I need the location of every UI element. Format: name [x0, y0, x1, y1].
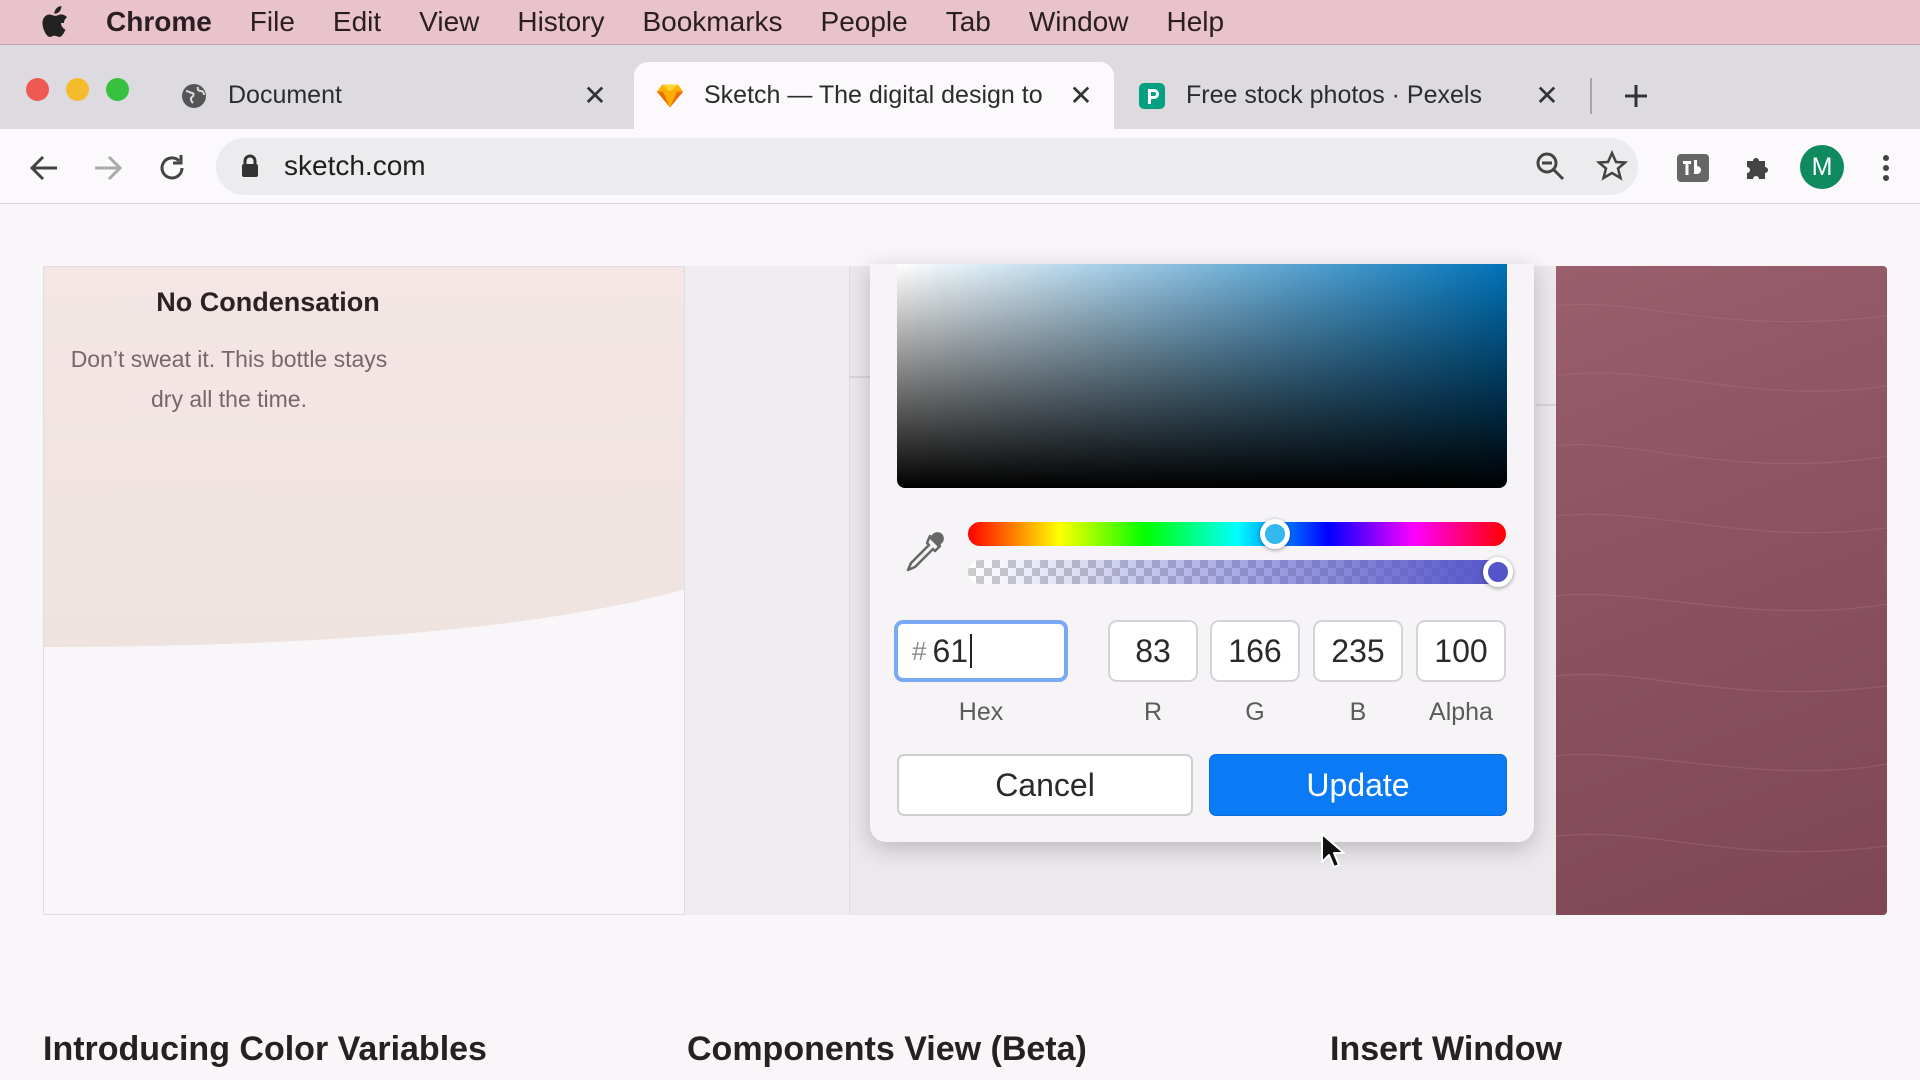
menu-chrome[interactable]: Chrome — [106, 6, 212, 38]
hue-slider-thumb[interactable] — [1259, 519, 1290, 549]
url-text[interactable]: sketch.com — [284, 150, 426, 182]
tab-title: Free stock photos · Pexels — [1186, 81, 1482, 109]
window-minimize-button[interactable] — [66, 78, 89, 101]
profile-avatar[interactable]: M — [1800, 145, 1844, 189]
bookmark-star-icon[interactable] — [1595, 149, 1629, 187]
menu-edit[interactable]: Edit — [333, 6, 381, 38]
green-label: G — [1245, 698, 1265, 726]
red-input[interactable]: 83 — [1108, 620, 1198, 682]
alpha-label: Alpha — [1429, 698, 1493, 726]
text-caret — [970, 634, 973, 668]
hex-value: 61 — [932, 632, 969, 669]
window-zoom-button[interactable] — [106, 78, 129, 101]
menu-people[interactable]: People — [821, 6, 908, 38]
menu-help[interactable]: Help — [1166, 6, 1224, 38]
lock-icon[interactable] — [240, 154, 260, 183]
alpha-slider[interactable] — [968, 560, 1506, 584]
menu-window[interactable]: Window — [1029, 6, 1129, 38]
extension-tb-icon[interactable] — [1673, 148, 1713, 188]
color-picker-popover: # 61 83 166 235 100 Hex R G B Alpha Canc… — [870, 264, 1534, 842]
hex-label: Hex — [958, 698, 1004, 726]
new-tab-icon[interactable] — [1616, 76, 1656, 116]
tab-pexels[interactable]: Free stock photos · Pexels ✕ — [1116, 62, 1580, 129]
hex-input[interactable]: # 61 — [894, 620, 1068, 682]
menu-file[interactable]: File — [250, 6, 295, 38]
alpha-input[interactable]: 100 — [1416, 620, 1506, 682]
red-label: R — [1143, 698, 1163, 726]
eyedropper-icon[interactable] — [900, 530, 946, 576]
more-menu-icon[interactable] — [1866, 148, 1906, 188]
mouse-cursor-icon — [1320, 832, 1346, 870]
menu-bar: Chrome File Edit View History Bookmarks … — [0, 0, 1920, 45]
menu-history[interactable]: History — [517, 6, 604, 38]
extensions-puzzle-icon[interactable] — [1738, 148, 1778, 188]
saturation-brightness-field[interactable] — [897, 264, 1507, 488]
tab-document[interactable]: Document ✕ — [160, 62, 628, 129]
reload-icon[interactable] — [152, 148, 192, 188]
back-arrow-icon[interactable] — [24, 148, 64, 188]
menu-view[interactable]: View — [419, 6, 479, 38]
forward-arrow-icon[interactable] — [88, 148, 128, 188]
address-bar[interactable]: sketch.com — [216, 138, 1638, 195]
design-canvas-panel — [685, 266, 850, 915]
card-title: No Condensation — [156, 287, 380, 317]
feature-card: No Condensation Don’t sweat it. This bot… — [43, 266, 685, 915]
tab-title: Document — [228, 81, 342, 109]
alpha-gradient — [968, 560, 1506, 584]
globe-icon — [180, 82, 208, 110]
menu-bookmarks[interactable]: Bookmarks — [642, 6, 782, 38]
alpha-slider-thumb[interactable] — [1483, 557, 1513, 587]
tab-close-icon[interactable]: ✕ — [1066, 80, 1096, 111]
card-background-shape — [44, 267, 684, 647]
fabric-texture — [1556, 303, 1887, 853]
green-input[interactable]: 166 — [1210, 620, 1300, 682]
tab-separator — [1590, 78, 1592, 114]
divider — [1536, 404, 1556, 406]
card-description: Don’t sweat it. This bottle stays dry al… — [44, 339, 414, 419]
divider — [850, 376, 870, 378]
hue-slider[interactable] — [968, 519, 1506, 549]
blue-input[interactable]: 235 — [1313, 620, 1403, 682]
sketch-diamond-icon — [656, 82, 684, 110]
card-description-line: Don’t sweat it. This bottle stays — [70, 346, 388, 372]
feature-heading[interactable]: Insert Window — [1330, 1030, 1562, 1069]
zoom-icon[interactable] — [1534, 150, 1566, 187]
update-button[interactable]: Update — [1209, 754, 1507, 816]
tab-close-icon[interactable]: ✕ — [580, 80, 610, 111]
feature-heading[interactable]: Components View (Beta) — [687, 1030, 1087, 1069]
card-description-line: dry all the time. — [151, 386, 307, 412]
apple-icon[interactable] — [40, 6, 70, 37]
tab-sketch[interactable]: Sketch — The digital design to ✕ — [634, 62, 1114, 129]
blue-label: B — [1349, 698, 1367, 726]
feature-heading[interactable]: Introducing Color Variables — [43, 1030, 487, 1069]
fabric-photo — [1556, 266, 1887, 915]
hex-hash-prefix: # — [912, 635, 927, 666]
cancel-button[interactable]: Cancel — [897, 754, 1193, 816]
menu-tab[interactable]: Tab — [946, 6, 991, 38]
window-close-button[interactable] — [26, 78, 49, 101]
pexels-icon — [1138, 82, 1166, 110]
tab-title: Sketch — The digital design to — [704, 81, 1043, 109]
tab-close-icon[interactable]: ✕ — [1532, 80, 1562, 111]
